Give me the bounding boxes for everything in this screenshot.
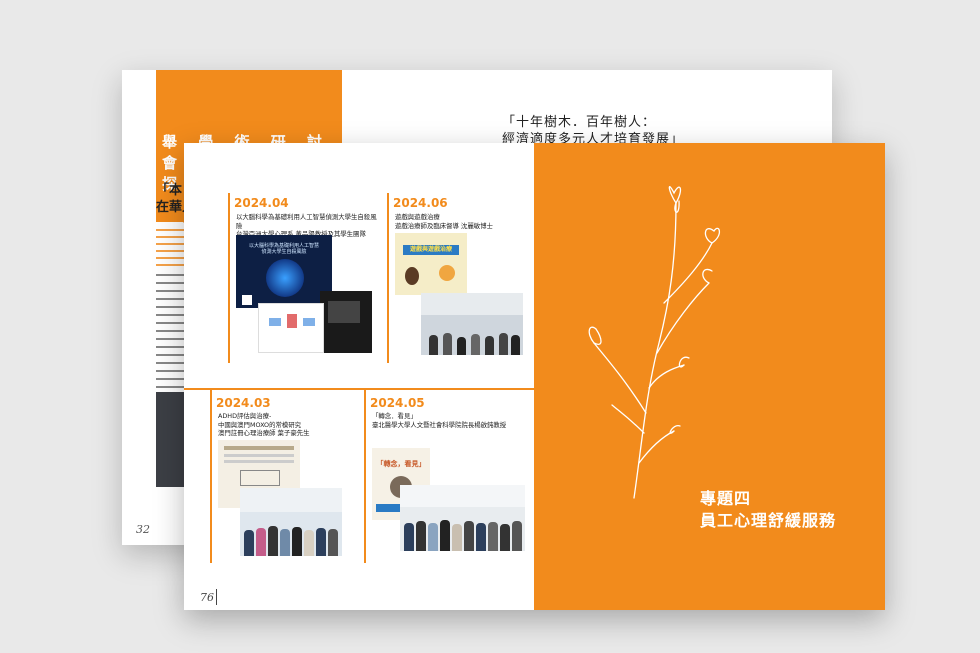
group-photo [421,293,523,355]
page-number-divider [216,589,217,605]
entry-2024-06: 2024.06 遊戲與遊戲治療 遊戲治療師及臨床督導 沈麗敏博士 遊戲與遊戲治療 [387,193,527,363]
brain-graphic [266,259,304,297]
diagram-slide [258,303,324,353]
qr-code [242,295,252,305]
page-number: 76 [200,591,214,604]
entry-caption: ADHD評估與治療- 中國與澳門MOXO的常模研究 澳門註冊心理治療師 葉子豪先… [218,412,310,437]
entry-2024-04: 2024.04 以大腦科學為基礎利用人工智慧偵測大學生自殺風險 台灣亞洲大學心理… [228,193,378,363]
event-poster: 以大腦科學為基礎利用人工智慧 偵測大學生自殺風險 [236,235,332,308]
entry-date: 2024.03 [216,396,271,410]
front-page: 專題四 員工心理舒緩服務 2024.04 以大腦科學為基礎利用人工智慧偵測大學生… [184,143,885,610]
flower-illustration-icon [588,186,721,499]
speaker-photo [405,267,419,285]
back-page-number: 32 [136,523,150,536]
entry-date: 2024.06 [393,196,448,210]
entry-2024-05: 2024.05 「轉念．看見」 臺北醫學大學人文暨社會科學院院長楊啟鈍教授 「轉… [364,388,529,563]
entry-2024-03: 2024.03 ADHD評估與治療- 中國與澳門MOXO的常模研究 澳門註冊心理… [210,388,360,563]
back-page-orange-text [156,224,186,271]
cartoon-graphic [439,265,455,281]
panel-title: 專題四 員工心理舒緩服務 [700,489,837,530]
group-photo [240,488,342,556]
entry-date: 2024.05 [370,396,425,410]
entry-date: 2024.04 [234,196,289,210]
top-strip [184,143,534,151]
event-poster: 遊戲與遊戲治療 [395,233,467,295]
back-page-photo [156,392,186,487]
meeting-screenshot [320,291,372,353]
group-photo [400,485,525,551]
orange-panel: 專題四 員工心理舒緩服務 [534,143,885,610]
entry-caption: 遊戲與遊戲治療 遊戲治療師及臨床督導 沈麗敏博士 [395,213,493,230]
entry-caption: 「轉念．看見」 臺北醫學大學人文暨社會科學院院長楊啟鈍教授 [372,412,507,429]
back-page-body-text [156,268,186,394]
